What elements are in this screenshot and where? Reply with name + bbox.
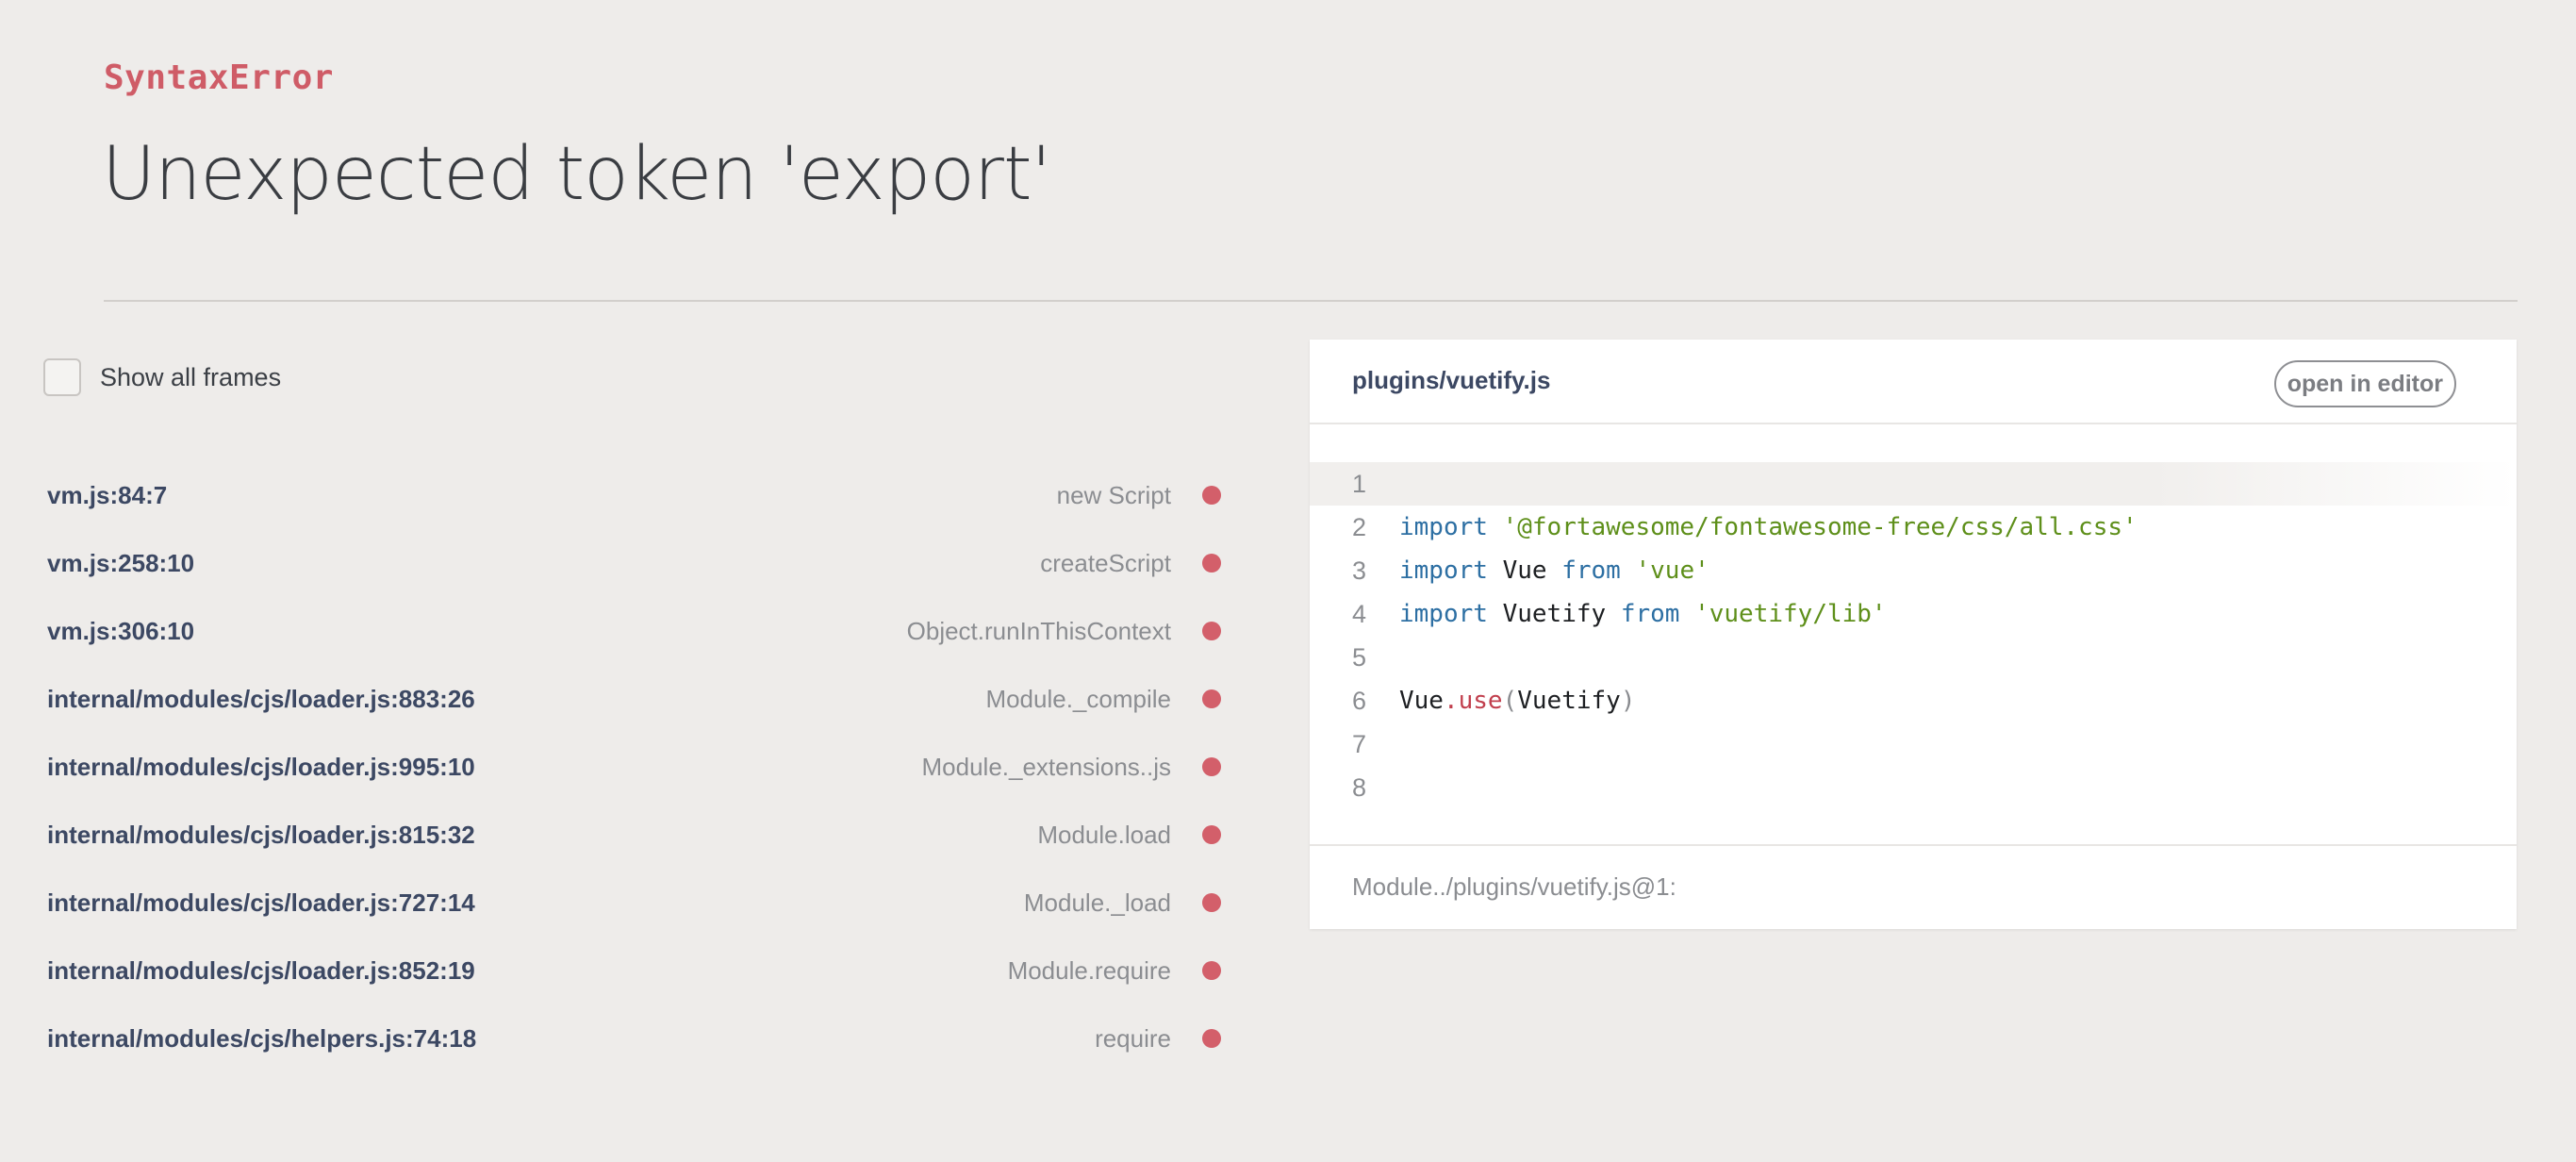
code-token: Vuetify xyxy=(1487,600,1621,628)
code-token: . xyxy=(1443,687,1459,715)
line-number: 7 xyxy=(1351,729,1366,758)
code-line: 6 Vue.use(Vuetify) xyxy=(1310,679,2517,722)
code-panel-header: plugins/vuetify.js open in editor xyxy=(1310,340,2517,424)
open-in-editor-button[interactable]: open in editor xyxy=(2273,360,2456,407)
frame-dot-icon xyxy=(1202,893,1221,912)
stack-frames-list: vm.js:84:7 new Script vm.js:258:10 creat… xyxy=(47,461,1221,1072)
code-line: 3 import Vue from 'vue' xyxy=(1310,549,2517,592)
frame-location: internal/modules/cjs/loader.js:815:32 xyxy=(47,820,475,849)
code-panel: plugins/vuetify.js open in editor 1 2 impo… xyxy=(1310,340,2517,929)
code-token: ( xyxy=(1502,687,1518,715)
code-token: from xyxy=(1620,600,1680,628)
line-number: 3 xyxy=(1351,556,1366,585)
line-number: 8 xyxy=(1351,772,1366,802)
code-token: ) xyxy=(1620,687,1636,715)
stack-frame[interactable]: internal/modules/cjs/helpers.js:74:18 re… xyxy=(47,1004,1221,1072)
code-token: Vue xyxy=(1399,687,1444,715)
frame-function: Module.load xyxy=(1037,820,1171,849)
frame-function: Module._compile xyxy=(985,684,1171,713)
frame-function: require xyxy=(1095,1023,1171,1053)
stack-frame[interactable]: internal/modules/cjs/loader.js:883:26 Mo… xyxy=(47,665,1221,733)
stack-frame[interactable]: internal/modules/cjs/loader.js:852:19 Mo… xyxy=(47,937,1221,1004)
frame-dot-icon xyxy=(1202,689,1221,708)
frame-function: Module._load xyxy=(1023,888,1171,917)
code-line: 2 import '@fortawesome/fontawesome-free/c… xyxy=(1310,506,2517,549)
code-line: 1 xyxy=(1310,462,2517,506)
frame-function: new Script xyxy=(1056,480,1171,509)
frame-location: internal/modules/cjs/loader.js:727:14 xyxy=(47,888,475,917)
code-token: use xyxy=(1458,687,1503,715)
code-line: 7 xyxy=(1310,722,2517,766)
file-path: plugins/vuetify.js xyxy=(1352,366,1551,394)
code-token: import xyxy=(1399,556,1488,585)
line-number: 6 xyxy=(1351,686,1366,715)
code-token: Vuetify xyxy=(1517,687,1621,715)
code-line: 5 xyxy=(1310,636,2517,679)
stack-frame[interactable]: internal/modules/cjs/loader.js:995:10 Mo… xyxy=(47,733,1221,801)
line-number: 5 xyxy=(1351,642,1366,672)
show-all-frames-label[interactable]: Show all frames xyxy=(100,363,281,392)
code-text: import '@fortawesome/fontawesome-free/cs… xyxy=(1399,513,2138,541)
frame-location: internal/modules/cjs/loader.js:883:26 xyxy=(47,684,475,713)
frame-location: vm.js:258:10 xyxy=(47,548,195,577)
frame-function: createScript xyxy=(1040,548,1171,577)
error-message: Unexpected token 'export' xyxy=(102,132,1051,217)
show-all-frames-checkbox[interactable] xyxy=(43,358,81,396)
frame-dot-icon xyxy=(1202,757,1221,776)
stack-frame[interactable]: vm.js:258:10 createScript xyxy=(47,529,1221,597)
stack-frame[interactable]: internal/modules/cjs/loader.js:815:32 Mo… xyxy=(47,801,1221,869)
code-text: Vue.use(Vuetify) xyxy=(1399,687,1635,715)
error-page: SyntaxError Unexpected token 'export' Sh… xyxy=(0,0,2576,1162)
code-panel-footer: Module../plugins/vuetify.js@1: xyxy=(1310,844,2517,929)
error-type: SyntaxError xyxy=(104,58,334,97)
frame-dot-icon xyxy=(1202,622,1221,640)
code-line: 8 xyxy=(1310,766,2517,809)
frame-dot-icon xyxy=(1202,554,1221,573)
frame-location: internal/modules/cjs/loader.js:995:10 xyxy=(47,752,475,781)
frame-location: vm.js:306:10 xyxy=(47,616,195,645)
frame-function: Module.require xyxy=(1007,955,1171,985)
frame-location: internal/modules/cjs/loader.js:852:19 xyxy=(47,955,475,985)
header-divider xyxy=(104,300,2518,302)
code-token: import xyxy=(1399,513,1488,541)
stack-frame[interactable]: vm.js:306:10 Object.runInThisContext xyxy=(47,597,1221,665)
code-line: 4 import Vuetify from 'vuetify/lib' xyxy=(1310,592,2517,636)
frame-location: vm.js:84:7 xyxy=(47,480,168,509)
frame-dot-icon xyxy=(1202,961,1221,980)
stack-frame[interactable]: vm.js:84:7 new Script xyxy=(47,461,1221,529)
code-token: '@fortawesome/fontawesome-free/css/all.c… xyxy=(1502,513,2138,541)
code-token: from xyxy=(1561,556,1621,585)
code-text: import Vuetify from 'vuetify/lib' xyxy=(1399,600,1887,628)
frame-dot-icon xyxy=(1202,486,1221,505)
code-token: 'vue' xyxy=(1635,556,1709,585)
frame-function: Module._extensions..js xyxy=(921,752,1171,781)
line-number: 1 xyxy=(1351,469,1366,498)
frame-location: internal/modules/cjs/helpers.js:74:18 xyxy=(47,1023,477,1053)
frame-dot-icon xyxy=(1202,825,1221,844)
line-number: 2 xyxy=(1351,512,1366,541)
show-all-frames-toggle[interactable]: Show all frames xyxy=(43,358,281,396)
code-token: 'vuetify/lib' xyxy=(1694,600,1887,628)
code-token: Vue xyxy=(1487,556,1562,585)
code-token: import xyxy=(1399,600,1488,628)
code-text: import Vue from 'vue' xyxy=(1399,556,1709,585)
module-reference: Module../plugins/vuetify.js@1: xyxy=(1352,872,1676,901)
code-view: 1 2 import '@fortawesome/fontawesome-free/… xyxy=(1310,462,2517,809)
frame-dot-icon xyxy=(1202,1029,1221,1048)
frame-function: Object.runInThisContext xyxy=(906,616,1171,645)
stack-frame[interactable]: internal/modules/cjs/loader.js:727:14 Mo… xyxy=(47,869,1221,937)
line-number: 4 xyxy=(1351,599,1366,628)
